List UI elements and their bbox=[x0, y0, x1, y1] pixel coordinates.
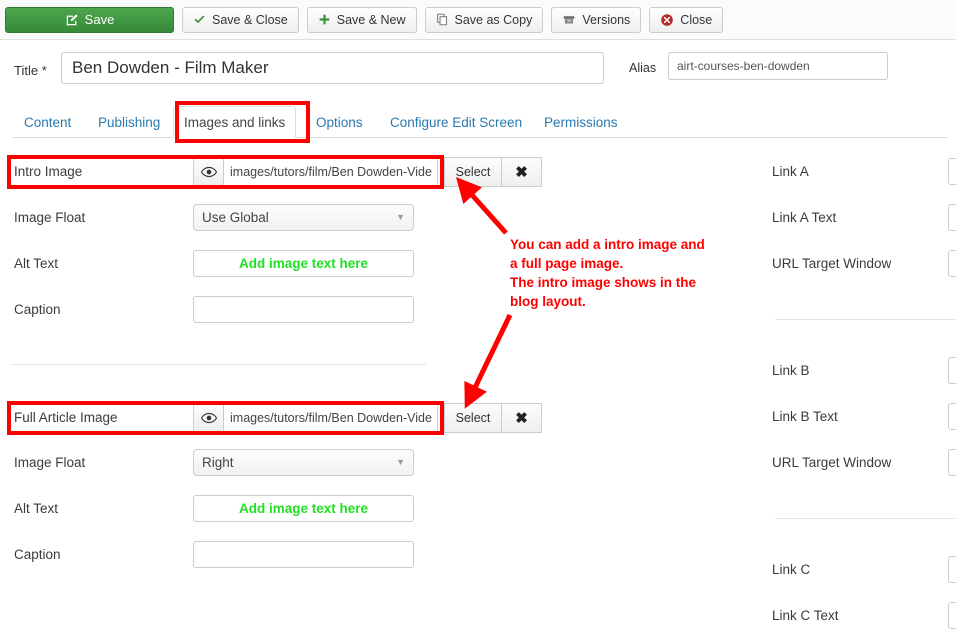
intro-image-float-select[interactable]: Use Global ▼ bbox=[193, 204, 414, 231]
title-row: Title * Alias bbox=[0, 52, 956, 92]
tab-bar: Content Publishing Images and links Opti… bbox=[0, 106, 956, 138]
full-article-image-alt-input[interactable] bbox=[193, 495, 414, 522]
save-button[interactable]: Save bbox=[5, 6, 174, 33]
intro-image-path-input[interactable]: images/tutors/film/Ben Dowden-Vide bbox=[223, 157, 438, 187]
full-article-image-select-button[interactable]: Select bbox=[444, 403, 502, 433]
save-button-label: Save bbox=[84, 12, 115, 27]
url-target-window-a-select[interactable] bbox=[948, 250, 956, 277]
copy-icon bbox=[436, 13, 449, 26]
tab-images-and-links[interactable]: Images and links bbox=[173, 106, 297, 138]
full-article-image-float-label: Image Float bbox=[14, 455, 86, 470]
annotation-line-2: a full page image. bbox=[510, 256, 624, 271]
intro-image-alt-label: Alt Text bbox=[14, 256, 59, 271]
right-column-divider-2 bbox=[775, 518, 956, 519]
link-b-input[interactable] bbox=[948, 357, 956, 384]
close-button[interactable]: Close bbox=[649, 6, 724, 33]
plus-icon bbox=[318, 13, 331, 26]
close-label: Close bbox=[680, 12, 713, 27]
versions-button[interactable]: Versions bbox=[551, 6, 642, 33]
link-c-text-label: Link C Text bbox=[772, 608, 839, 623]
intro-image-select-button[interactable]: Select bbox=[444, 157, 502, 187]
arrow-to-intro-image bbox=[456, 177, 508, 235]
intro-image-clear-button[interactable]: ✖ bbox=[502, 157, 542, 187]
url-target-window-a-label: URL Target Window bbox=[772, 256, 892, 271]
intro-image-media-field: images/tutors/film/Ben Dowden-Vide Selec… bbox=[193, 157, 542, 187]
full-article-image-float-value: Right bbox=[202, 455, 234, 470]
chevron-down-icon: ▼ bbox=[396, 212, 405, 222]
save-and-close-button[interactable]: Save & Close bbox=[182, 6, 299, 33]
annotation-callout: You can add a intro image and a full pag… bbox=[510, 235, 760, 311]
title-input[interactable] bbox=[61, 52, 604, 84]
save-and-close-label: Save & Close bbox=[212, 12, 288, 27]
annotation-line-4: blog layout. bbox=[510, 294, 586, 309]
pencil-square-icon bbox=[65, 13, 79, 27]
full-article-image-path-input[interactable]: images/tutors/film/Ben Dowden-Vide bbox=[223, 403, 438, 433]
versions-label: Versions bbox=[582, 12, 631, 27]
save-as-copy-label: Save as Copy bbox=[454, 12, 533, 27]
tab-permissions[interactable]: Permissions bbox=[534, 106, 628, 138]
annotation-arrows bbox=[456, 177, 513, 409]
alias-label: Alias bbox=[629, 61, 657, 75]
intro-image-label: Intro Image bbox=[14, 164, 83, 179]
link-c-input[interactable] bbox=[948, 556, 956, 583]
check-icon bbox=[193, 13, 206, 26]
save-and-new-button[interactable]: Save & New bbox=[306, 6, 417, 33]
link-a-text-input[interactable] bbox=[948, 204, 956, 231]
save-as-new-label: Save & New bbox=[336, 12, 406, 27]
tab-options[interactable]: Options bbox=[306, 106, 373, 138]
link-b-text-input[interactable] bbox=[948, 403, 956, 430]
url-target-window-b-label: URL Target Window bbox=[772, 455, 892, 470]
full-article-image-media-field: images/tutors/film/Ben Dowden-Vide Selec… bbox=[193, 403, 542, 433]
annotation-line-3: The intro image shows in the bbox=[510, 275, 697, 290]
full-article-image-alt-label: Alt Text bbox=[14, 501, 59, 516]
tab-configure-edit-screen[interactable]: Configure Edit Screen bbox=[380, 106, 532, 138]
editor-toolbar: Save Save & Close Save & New Save as Cop… bbox=[0, 0, 956, 40]
tab-publishing[interactable]: Publishing bbox=[88, 106, 170, 138]
full-article-image-label: Full Article Image bbox=[14, 410, 118, 425]
intro-image-float-value: Use Global bbox=[202, 210, 269, 225]
link-c-text-input[interactable] bbox=[948, 602, 956, 629]
left-column-divider bbox=[12, 364, 426, 365]
title-label: Title * bbox=[14, 63, 47, 78]
annotation-line-1: You can add a intro image and bbox=[510, 237, 705, 252]
right-column-divider-1 bbox=[775, 319, 956, 320]
alias-input[interactable] bbox=[668, 52, 888, 80]
close-circle-icon bbox=[660, 13, 674, 27]
link-b-text-label: Link B Text bbox=[772, 409, 838, 424]
intro-image-alt-input[interactable] bbox=[193, 250, 414, 277]
preview-eye-icon-intro[interactable] bbox=[193, 157, 223, 187]
full-article-image-clear-button[interactable]: ✖ bbox=[502, 403, 542, 433]
intro-image-float-label: Image Float bbox=[14, 210, 86, 225]
full-article-image-caption-label: Caption bbox=[14, 547, 61, 562]
save-as-copy-button[interactable]: Save as Copy bbox=[424, 6, 544, 33]
link-a-input[interactable] bbox=[948, 158, 956, 185]
chevron-down-icon: ▼ bbox=[396, 457, 405, 467]
full-article-image-float-select[interactable]: Right ▼ bbox=[193, 449, 414, 476]
full-article-image-caption-input[interactable] bbox=[193, 541, 414, 568]
link-b-label: Link B bbox=[772, 363, 810, 378]
arrow-to-full-article-image bbox=[464, 313, 513, 409]
tab-content[interactable]: Content bbox=[14, 106, 81, 138]
link-a-text-label: Link A Text bbox=[772, 210, 837, 225]
archive-icon bbox=[562, 13, 576, 26]
preview-eye-icon-full[interactable] bbox=[193, 403, 223, 433]
intro-image-caption-input[interactable] bbox=[193, 296, 414, 323]
link-c-label: Link C bbox=[772, 562, 811, 577]
url-target-window-b-select[interactable] bbox=[948, 449, 956, 476]
intro-image-caption-label: Caption bbox=[14, 302, 61, 317]
link-a-label: Link A bbox=[772, 164, 809, 179]
